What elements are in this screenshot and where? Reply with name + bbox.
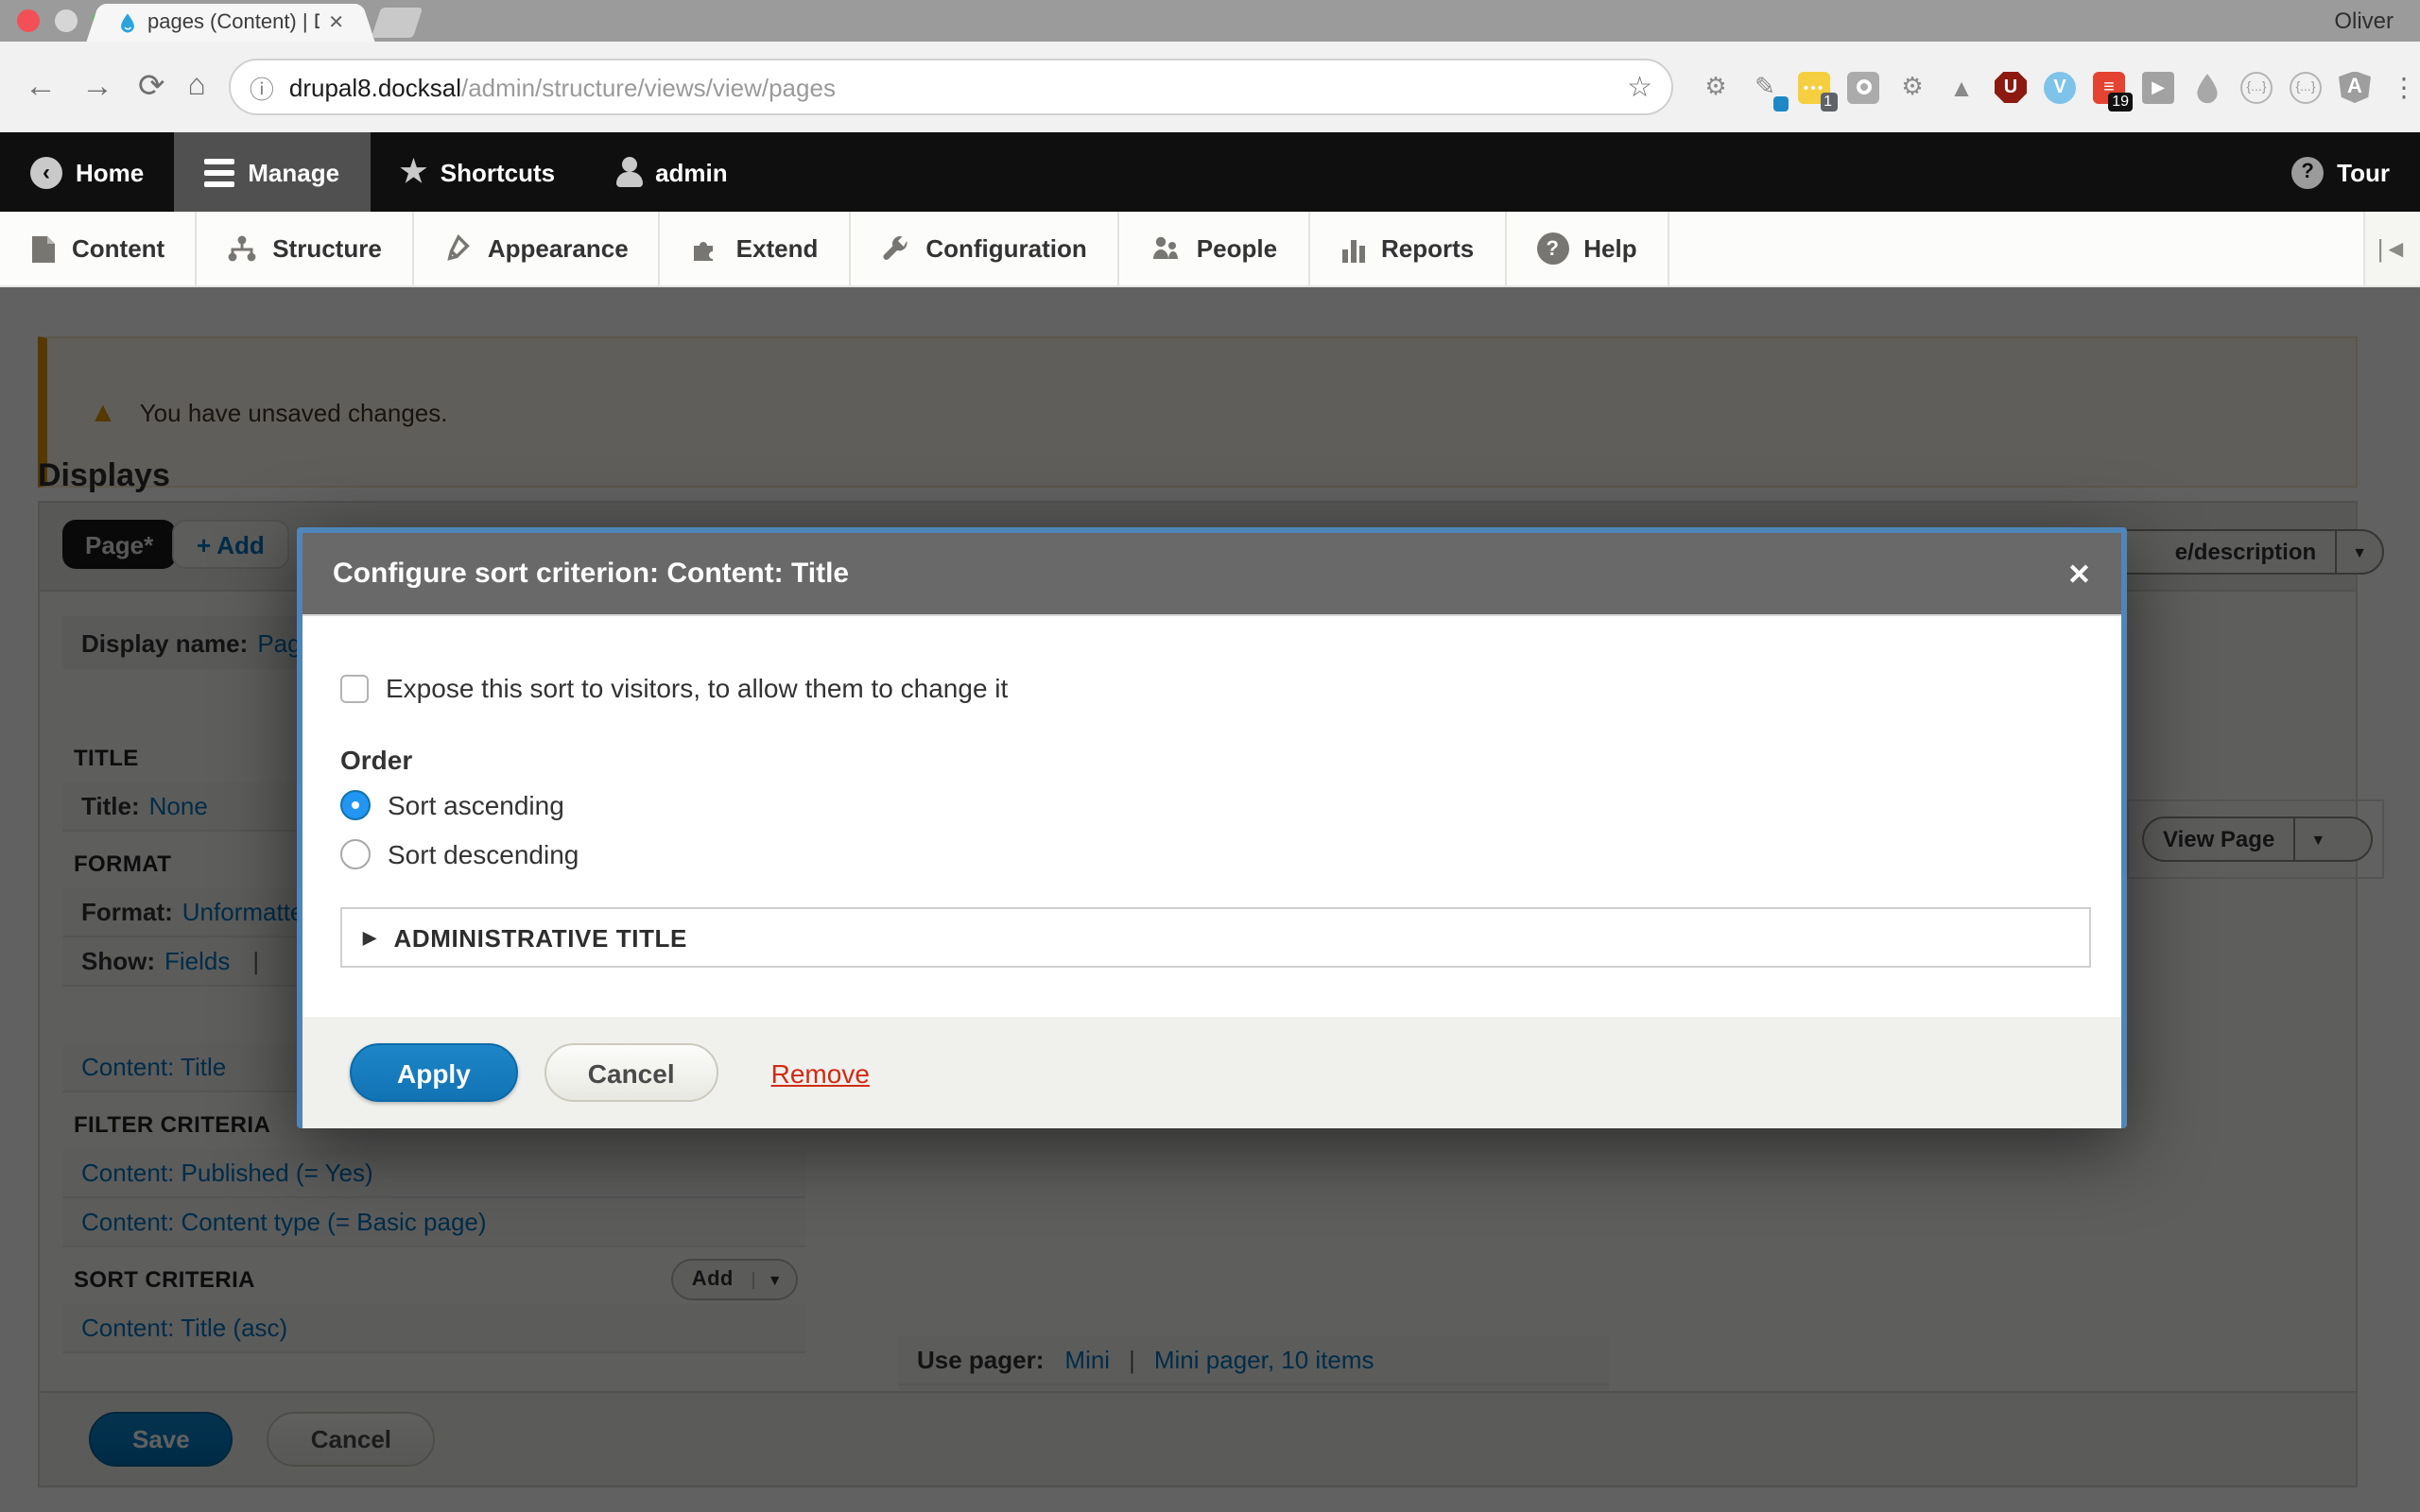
screen: pages (Content) | Drush Site-In ✕ Oliver… (0, 0, 2420, 1512)
dialog-buttonpane: Apply Cancel Remove (302, 1017, 2121, 1128)
screenshot-extension-icon[interactable] (1847, 71, 1879, 103)
dialog-close-icon[interactable]: ✕ (2067, 557, 2091, 591)
browser-tab[interactable]: pages (Content) | Drush Site-In ✕ (106, 4, 355, 42)
nav-appearance[interactable]: Appearance (414, 212, 661, 285)
people-icon (1150, 233, 1182, 264)
accordion-arrow-icon: ▶ (363, 927, 376, 948)
toolbar-shortcuts-label: Shortcuts (441, 158, 555, 186)
toolbar-tour[interactable]: ? Tour (2261, 132, 2420, 212)
toolbar-user-label: admin (655, 158, 728, 186)
dialog-title: Configure sort criterion: Content: Title (333, 558, 849, 590)
bookmark-star-icon[interactable]: ☆ (1627, 70, 1652, 104)
puzzle-icon (691, 233, 721, 264)
browser-menu-icon[interactable]: ⋮ (2388, 71, 2420, 103)
file-icon (30, 233, 57, 264)
home-icon[interactable]: ⌂ (188, 70, 206, 104)
new-tab-button[interactable] (372, 8, 423, 38)
drupal-extension-icon[interactable] (2191, 71, 2223, 103)
sort-ascending-option[interactable]: Sort ascending (340, 790, 564, 820)
toolbar-tour-label: Tour (2337, 158, 2390, 186)
wrench-icon (880, 233, 910, 264)
extension-row: ⚙ ✎ •••1 ⚙ ▲ U V ≡19 ▶ {...} {...} A ⋮ (1700, 71, 2420, 103)
nav-content[interactable]: Content (0, 212, 197, 285)
nav-people[interactable]: People (1119, 212, 1309, 285)
todoist-badge: 19 (2108, 92, 2133, 111)
paintbrush-icon (444, 233, 473, 264)
ublock-extension-icon[interactable]: U (1995, 71, 2027, 103)
expose-sort-row[interactable]: Expose this sort to visitors, to allow t… (340, 673, 1008, 703)
nav-configuration[interactable]: Configuration (850, 212, 1118, 285)
url-text: drupal8.docksal/admin/structure/views/vi… (289, 73, 836, 101)
configure-sort-dialog: Configure sort criterion: Content: Title… (297, 527, 2127, 1128)
url-host: drupal8.docksal (289, 73, 461, 101)
toolbar-home-label: Home (76, 158, 144, 186)
tour-question-icon: ? (2291, 156, 2324, 188)
expose-sort-label: Expose this sort to visitors, to allow t… (386, 673, 1008, 703)
manage-menu-icon (204, 158, 234, 186)
toolbar-shortcuts[interactable]: ★ Shortcuts (370, 132, 585, 212)
url-path: /admin/structure/views/view/pages (461, 73, 836, 101)
json2-extension-icon[interactable]: {...} (2290, 71, 2322, 103)
video-extension-icon[interactable]: ▶ (2142, 71, 2174, 103)
forward-icon[interactable]: → (81, 68, 113, 106)
accordion-label: ADMINISTRATIVE TITLE (393, 923, 687, 952)
settings-extension-icon[interactable]: ⚙ (1896, 71, 1928, 103)
window-titlebar: pages (Content) | Drush Site-In ✕ Oliver (0, 0, 2420, 42)
tab-title: pages (Content) | Drush Site-In (147, 11, 319, 34)
close-window-button[interactable] (17, 9, 40, 32)
drupal-nav-bar: Content Structure Appearance Extend Conf… (0, 212, 2420, 287)
angular-extension-icon[interactable]: A (2339, 71, 2371, 103)
minimize-window-button[interactable] (55, 9, 78, 32)
sort-descending-radio[interactable] (340, 839, 371, 869)
site-info-icon[interactable]: ⓘ (250, 69, 274, 105)
back-to-site-icon: ‹ (30, 156, 62, 188)
dialog-body: Expose this sort to visitors, to allow t… (302, 616, 2121, 1017)
administrative-title-accordion[interactable]: ▶ ADMINISTRATIVE TITLE (340, 907, 2091, 968)
toolbar-manage[interactable]: Manage (174, 132, 370, 212)
order-label: Order (340, 745, 412, 775)
tab-close-icon[interactable]: ✕ (328, 12, 344, 33)
gear-extension-icon[interactable]: ⚙ (1700, 71, 1732, 103)
toolbar-home[interactable]: ‹ Home (0, 132, 174, 212)
browser-toolbar: ← → ⟳ ⌂ ⓘ drupal8.docksal/admin/structur… (0, 42, 2420, 132)
toolbar-user[interactable]: admin (585, 132, 758, 212)
nav-help[interactable]: ? Help (1506, 212, 1668, 285)
toolbar-manage-label: Manage (248, 158, 339, 186)
nav-extend[interactable]: Extend (661, 212, 851, 285)
drupal-favicon (117, 11, 138, 34)
json-extension-icon[interactable]: {...} (2240, 71, 2273, 103)
drive-extension-icon[interactable]: ▲ (1945, 71, 1978, 103)
dialog-cancel-button[interactable]: Cancel (544, 1043, 718, 1102)
todoist-extension-icon[interactable]: ≡19 (2093, 71, 2125, 103)
notes-badge: 1 (1820, 92, 1838, 111)
user-icon (615, 157, 642, 187)
reload-icon[interactable]: ⟳ (138, 68, 165, 106)
vimeo-extension-icon[interactable]: V (2044, 71, 2076, 103)
back-icon[interactable]: ← (25, 68, 57, 106)
tray-collapse-button[interactable]: |◄ (2363, 212, 2420, 285)
help-question-icon: ? (1536, 232, 1568, 265)
bar-chart-icon (1340, 233, 1366, 264)
sort-descending-option[interactable]: Sort descending (340, 839, 579, 869)
shortcuts-star-icon: ★ (400, 153, 427, 191)
colorpicker-extension-icon[interactable]: ✎ (1749, 71, 1781, 103)
apply-button[interactable]: Apply (350, 1043, 518, 1102)
address-bar[interactable]: ⓘ drupal8.docksal/admin/structure/views/… (229, 59, 1673, 115)
nav-reports[interactable]: Reports (1309, 212, 1506, 285)
dialog-titlebar[interactable]: Configure sort criterion: Content: Title… (302, 533, 2121, 616)
drupal-admin-toolbar: ‹ Home Manage ★ Shortcuts admin ? Tour (0, 132, 2420, 212)
notes-extension-icon[interactable]: •••1 (1798, 71, 1830, 103)
expose-sort-checkbox[interactable] (340, 674, 369, 702)
sort-ascending-label: Sort ascending (388, 790, 564, 820)
remove-link[interactable]: Remove (771, 1057, 870, 1088)
nav-structure[interactable]: Structure (197, 212, 414, 285)
sort-ascending-radio[interactable] (340, 790, 371, 820)
sitemap-icon (227, 233, 257, 264)
sort-descending-label: Sort descending (388, 839, 579, 869)
colorpicker-badge (1773, 95, 1789, 111)
browser-profile-name: Oliver (2334, 8, 2394, 34)
